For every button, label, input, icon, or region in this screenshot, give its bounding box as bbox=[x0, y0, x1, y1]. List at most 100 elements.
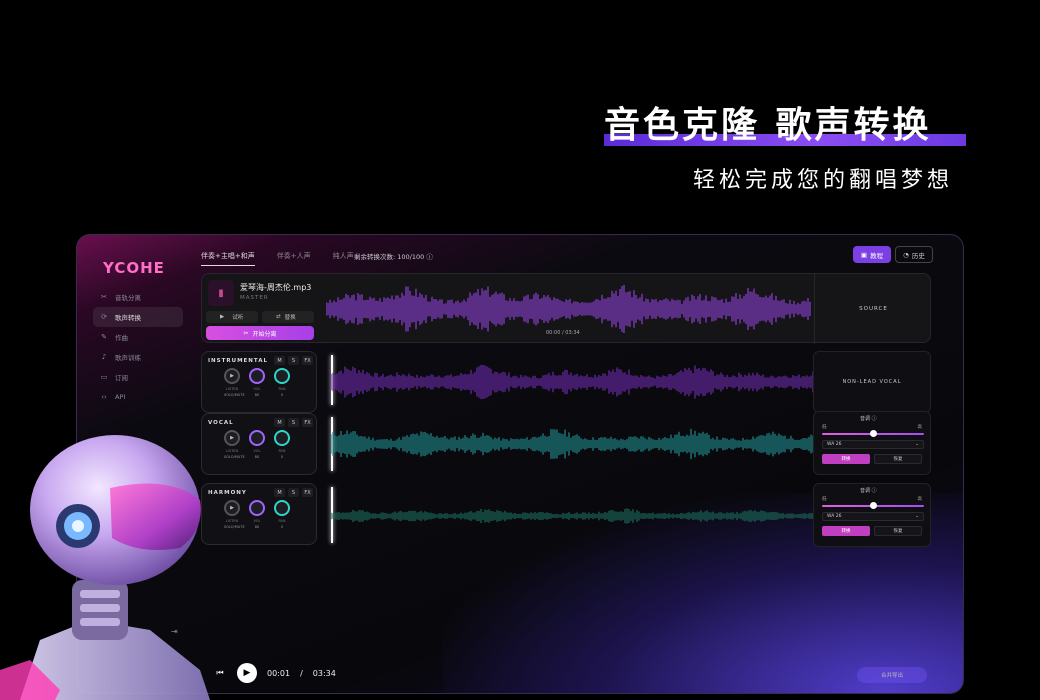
voice-model-select[interactable]: WA 26 ⌄ bbox=[822, 512, 924, 521]
restore-button[interactable]: 恢复 bbox=[874, 526, 922, 536]
scissors-icon: ✂ bbox=[243, 329, 249, 337]
knob-label: PAN bbox=[278, 519, 286, 523]
knob-value: 0 bbox=[280, 393, 284, 397]
solo-button[interactable]: S bbox=[288, 418, 299, 427]
track-instrumental: INSTRUMENTAL M S FX ▶ LISTEN VOL PAN SOL… bbox=[201, 351, 317, 413]
chevron-down-icon: ⌄ bbox=[915, 514, 919, 519]
sidebar-item-voice-conversion[interactable]: ⟳ 歌声转换 bbox=[93, 307, 183, 327]
harmony-waveform[interactable] bbox=[331, 491, 819, 541]
pen-icon: ✎ bbox=[101, 333, 107, 341]
fx-button[interactable]: FX bbox=[302, 488, 313, 497]
refresh-icon: ⟳ bbox=[101, 313, 107, 321]
knob-value: 80 bbox=[254, 393, 260, 397]
harmony-conversion-panel: 音调 ⓘ 低 高 WA 26 ⌄ 转换 恢复 bbox=[813, 483, 931, 547]
hero-subtitle: 轻松完成您的翻唱梦想 bbox=[693, 168, 954, 193]
pan-knob[interactable] bbox=[274, 500, 290, 516]
remaining-conversions: 剩余转换次数: 100/100 ⓘ bbox=[354, 251, 433, 261]
start-separation-label: 开始分离 bbox=[252, 330, 277, 338]
tone-slider-thumb[interactable] bbox=[870, 502, 877, 509]
volume-knob[interactable] bbox=[249, 500, 265, 516]
total-time: 03:34 bbox=[312, 668, 336, 678]
sidebar-item-label: 订阅 bbox=[115, 374, 128, 382]
knob-value: 0 bbox=[280, 525, 284, 529]
knob-value: 80 bbox=[254, 455, 260, 459]
mute-button[interactable]: M bbox=[274, 418, 285, 427]
app-logo[interactable]: YCOHE bbox=[103, 259, 165, 277]
knob-value: 80 bbox=[254, 525, 260, 529]
non-lead-vocal-panel: NON-LEAD VOCAL bbox=[813, 351, 931, 413]
sidebar-item-label: 音轨分离 bbox=[115, 294, 141, 302]
convert-button[interactable]: 转换 bbox=[822, 526, 870, 536]
low-label: 低 bbox=[822, 425, 827, 430]
sidebar-item-label: API bbox=[115, 393, 126, 401]
voice-model-value: WA 26 bbox=[827, 514, 842, 519]
tab-accompaniment-lead-harmony[interactable]: 伴奏+主唱+和声 bbox=[201, 251, 255, 266]
tutorial-label: 教程 bbox=[870, 251, 884, 260]
file-cover-icon: ▮ bbox=[208, 280, 234, 306]
sidebar-item-voice-training[interactable]: ♪ 歌声训练 bbox=[93, 347, 183, 367]
tone-slider[interactable] bbox=[822, 502, 924, 509]
remaining-conversions-text: 剩余转换次数: 100/100 bbox=[354, 253, 425, 261]
tone-label: 音调 ⓘ bbox=[860, 416, 877, 422]
master-track-card: ▮ 爱琴海-周杰伦.mp3 MASTER ▶ 试听 ⇄ 替换 ✂ 开始分离 00… bbox=[201, 273, 932, 344]
replace-button[interactable]: ⇄ 替换 bbox=[262, 311, 314, 323]
listen-toggle[interactable]: ▶ bbox=[224, 368, 240, 384]
tone-slider[interactable] bbox=[822, 430, 924, 437]
history-button[interactable]: ◔ 历史 bbox=[895, 246, 933, 263]
voice-model-select[interactable]: WA 26 ⌄ bbox=[822, 440, 924, 449]
knob-label: LISTEN bbox=[225, 387, 239, 391]
pan-knob[interactable] bbox=[274, 430, 290, 446]
knob-label: VOL bbox=[253, 519, 261, 523]
microphone-icon: ♪ bbox=[101, 353, 107, 361]
tab-accompaniment-vocal[interactable]: 伴奏+人声 bbox=[277, 251, 311, 265]
source-label: SOURCE bbox=[814, 274, 932, 344]
knob-label: PAN bbox=[278, 449, 286, 453]
play-button[interactable]: ▶ bbox=[237, 663, 257, 683]
merge-export-button[interactable]: 合并导出 bbox=[857, 667, 927, 683]
chevron-down-icon: ⌄ bbox=[915, 442, 919, 447]
fx-button[interactable]: FX bbox=[302, 418, 313, 427]
sidebar-item-compose[interactable]: ✎ 作曲 bbox=[93, 327, 183, 347]
sidebar-item-label: 作曲 bbox=[115, 334, 128, 342]
track-name: INSTRUMENTAL bbox=[208, 358, 268, 364]
solo-button[interactable]: S bbox=[288, 488, 299, 497]
sidebar-item-label: 歌声转换 bbox=[115, 314, 141, 322]
sidebar-item-subscription[interactable]: ▭ 订阅 bbox=[93, 367, 183, 387]
listen-button[interactable]: ▶ 试听 bbox=[206, 311, 258, 323]
track-name: VOCAL bbox=[208, 420, 234, 426]
pan-knob[interactable] bbox=[274, 368, 290, 384]
sidebar-item-api[interactable]: ‹› API bbox=[93, 387, 183, 407]
info-icon[interactable]: ⓘ bbox=[872, 416, 877, 422]
convert-button[interactable]: 转换 bbox=[822, 454, 870, 464]
vocal-waveform[interactable] bbox=[331, 419, 819, 469]
voice-model-value: WA 26 bbox=[827, 442, 842, 447]
knob-label: VOL bbox=[253, 387, 261, 391]
tone-slider-thumb[interactable] bbox=[870, 430, 877, 437]
high-label: 高 bbox=[917, 425, 923, 430]
start-separation-button[interactable]: ✂ 开始分离 bbox=[206, 326, 314, 340]
tutorial-button[interactable]: ▣ 教程 bbox=[853, 246, 891, 263]
scissors-icon: ✂ bbox=[101, 293, 107, 301]
hero-title: 音色克隆 歌声转换 bbox=[604, 105, 932, 146]
info-icon[interactable]: ⓘ bbox=[426, 253, 433, 261]
knob-label: VOL bbox=[253, 449, 261, 453]
tab-pure-vocal[interactable]: 纯人声 bbox=[333, 251, 354, 265]
listen-label: 试听 bbox=[232, 315, 244, 321]
file-name: 爱琴海-周杰伦.mp3 bbox=[240, 283, 312, 292]
volume-knob[interactable] bbox=[249, 430, 265, 446]
master-time: 00:00 / 03:34 bbox=[546, 330, 580, 336]
knob-value: 0 bbox=[280, 455, 284, 459]
sidebar-item-track-separation[interactable]: ✂ 音轨分离 bbox=[93, 287, 183, 307]
playback-bar: ⏮ ▶ 00:01 / 03:34 bbox=[213, 663, 336, 683]
replace-label: 替换 bbox=[284, 315, 296, 321]
restore-button[interactable]: 恢复 bbox=[874, 454, 922, 464]
mute-button[interactable]: M bbox=[274, 488, 285, 497]
info-icon[interactable]: ⓘ bbox=[872, 488, 877, 494]
instrumental-waveform[interactable] bbox=[331, 357, 819, 407]
fx-button[interactable]: FX bbox=[302, 356, 313, 365]
current-time: 00:01 bbox=[267, 668, 291, 678]
volume-knob[interactable] bbox=[249, 368, 265, 384]
master-label: MASTER bbox=[240, 295, 269, 301]
solo-button[interactable]: S bbox=[288, 356, 299, 365]
mute-button[interactable]: M bbox=[274, 356, 285, 365]
